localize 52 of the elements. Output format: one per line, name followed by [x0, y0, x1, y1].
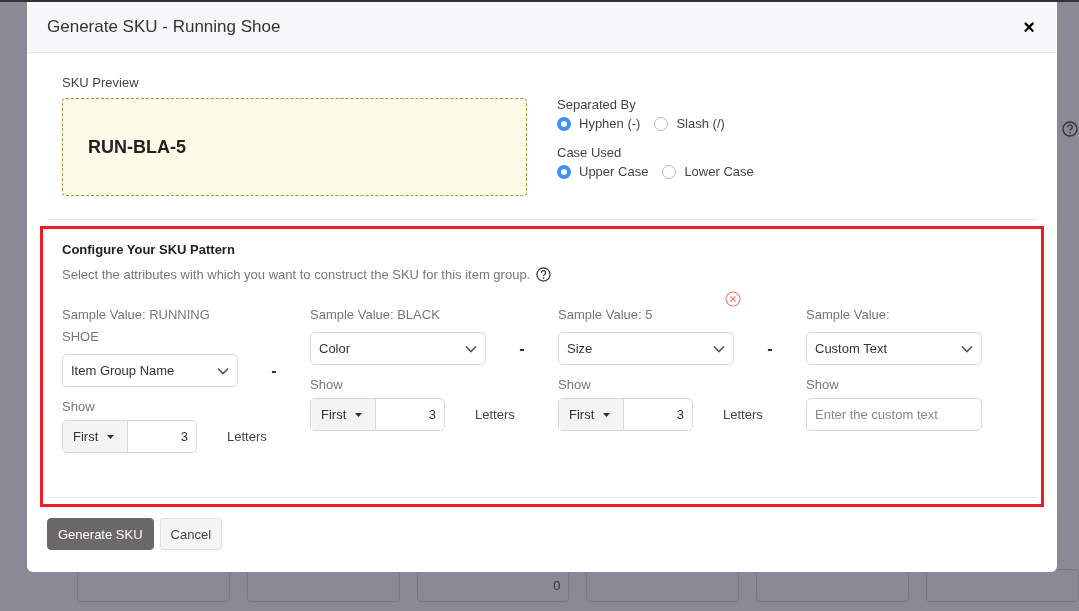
sample-value-label: Sample Value: 5	[558, 306, 654, 324]
radio-option[interactable]: Lower Case	[662, 164, 754, 179]
radio-option[interactable]: Upper Case	[557, 164, 649, 179]
sample-value-label: Sample Value: RUNNING SHOE	[62, 306, 211, 346]
option-label: Separated By	[557, 97, 637, 112]
custom-text-field[interactable]: Enter the custom text	[806, 398, 982, 431]
chevron-down-icon	[961, 344, 973, 353]
caret-icon	[355, 412, 363, 417]
sample-value-label: Sample Value: BLACK	[310, 306, 441, 324]
option-label: Case Used	[557, 145, 623, 160]
show-label: Show	[558, 377, 592, 392]
attribute-dropdown[interactable]: Item Group Name	[62, 354, 238, 387]
attribute-dropdown[interactable]: Size	[558, 332, 734, 365]
help-icon[interactable]	[536, 267, 552, 282]
caret-icon	[603, 412, 611, 417]
section-title: Configure Your SKU Pattern	[62, 242, 236, 257]
chevron-down-icon	[217, 366, 229, 375]
show-label: Show	[806, 377, 840, 392]
separator-text: -	[270, 361, 278, 380]
attribute-dropdown[interactable]: Color	[310, 332, 486, 365]
radio-option[interactable]: Slash (/)	[654, 116, 725, 131]
section-description: Select the attributes with which you want to construct the SKU for this item group.	[62, 267, 531, 282]
mode-dropdown[interactable]: First	[311, 399, 376, 430]
unit-label: Letters	[227, 429, 267, 444]
sample-value-label: Sample Value:	[806, 306, 891, 324]
letter-count-field[interactable]: First 3	[558, 398, 693, 431]
remove-button[interactable]	[725, 291, 741, 307]
show-label: Show	[310, 377, 344, 392]
sku-preview-value: RUN-BLA-5	[88, 136, 186, 158]
field-value: 0	[553, 578, 561, 593]
count-value: 3	[675, 406, 685, 424]
chevron-down-icon	[713, 344, 725, 353]
separator-text: -	[518, 339, 526, 358]
attribute-dropdown[interactable]: Custom Text	[806, 332, 982, 365]
close-button[interactable]: ×	[1021, 17, 1037, 37]
letter-count-field[interactable]: First 3	[62, 420, 197, 453]
show-label: Show	[62, 399, 96, 414]
unit-label: Letters	[475, 407, 515, 422]
count-value: 3	[427, 406, 437, 424]
dialog-title: Generate SKU - Running Shoe	[47, 17, 281, 37]
caret-icon	[107, 434, 115, 439]
generate-button[interactable]: Generate SKU	[47, 518, 154, 550]
cancel-button[interactable]: Cancel	[159, 518, 222, 550]
mode-dropdown[interactable]: First	[63, 421, 128, 452]
count-value: 3	[179, 428, 189, 446]
letter-count-field[interactable]: First 3	[310, 398, 445, 431]
separator-text: -	[766, 339, 774, 358]
mode-dropdown[interactable]: First	[559, 399, 624, 430]
unit-label: Letters	[723, 407, 763, 422]
preview-label: SKU Preview	[62, 75, 140, 90]
chevron-down-icon	[465, 344, 477, 353]
radio-option[interactable]: Hyphen (-)	[557, 116, 641, 131]
